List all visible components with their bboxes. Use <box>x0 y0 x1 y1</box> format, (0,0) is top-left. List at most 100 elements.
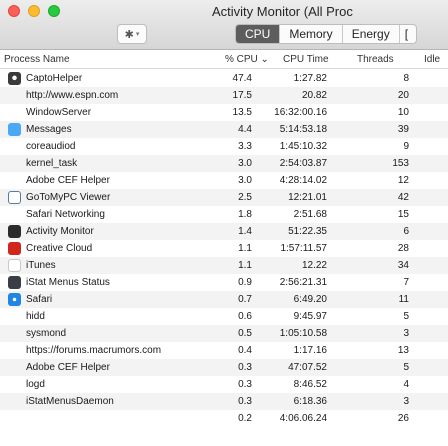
table-row[interactable]: 0.2 4:06.06.24 26 <box>0 410 448 427</box>
tab-energy[interactable]: Energy <box>343 25 400 43</box>
cpu-percent-cell: 1.8 <box>238 209 252 220</box>
cpu-time-cell: 8:46.52 <box>293 379 327 390</box>
table-row[interactable]: iStatMenusDaemon 0.3 6:18.36 3 <box>0 393 448 410</box>
process-name-cell: Messages <box>26 124 72 135</box>
cpu-time-cell: 1:27.82 <box>293 73 327 84</box>
cpu-time-cell: 2:51.68 <box>293 209 327 220</box>
column-header-process-name[interactable]: Process Name <box>4 54 70 65</box>
table-row[interactable]: WindowServer 13.5 16:32:00.16 10 <box>0 104 448 121</box>
process-name-cell: https://forums.macrumors.com <box>26 345 162 356</box>
column-header-threads[interactable]: Threads <box>357 54 394 65</box>
process-name-cell: GoToMyPC Viewer <box>26 192 111 203</box>
process-name-cell: http://www.espn.com <box>26 90 119 101</box>
threads-cell: 3 <box>403 328 409 339</box>
threads-cell: 4 <box>403 379 409 390</box>
cpu-percent-cell: 1.1 <box>238 260 252 271</box>
table-row[interactable]: kernel_task 3.0 2:54:03.87 153 <box>0 155 448 172</box>
table-row[interactable]: logd 0.3 8:46.52 4 <box>0 376 448 393</box>
safari-icon <box>8 293 21 306</box>
cpu-percent-cell: 17.5 <box>232 90 252 101</box>
threads-cell: 10 <box>397 107 409 118</box>
table-row[interactable]: sysmond 0.5 1:05:10.58 3 <box>0 325 448 342</box>
gear-icon: ✱ <box>124 28 134 41</box>
cpu-time-cell: 12:21.01 <box>288 192 327 203</box>
threads-cell: 13 <box>397 345 409 356</box>
process-name-cell: kernel_task <box>26 158 78 169</box>
minimize-window-button[interactable] <box>28 5 40 17</box>
cpu-time-cell: 1:05:10.58 <box>279 328 327 339</box>
tab-cpu[interactable]: CPU <box>236 25 281 43</box>
table-row[interactable]: CaptoHelper 47.4 1:27.82 8 <box>0 70 448 87</box>
threads-cell: 6 <box>403 226 409 237</box>
cpu-time-cell: 20.82 <box>301 90 327 101</box>
table-row[interactable]: iStat Menus Status 0.9 2:56:21.31 7 <box>0 274 448 291</box>
tab-memory[interactable]: Memory <box>280 25 343 43</box>
cpu-percent-cell: 0.4 <box>238 345 252 356</box>
process-table: CaptoHelper 47.4 1:27.82 8 http://www.espn.c… <box>0 70 448 427</box>
view-tabs: CPU Memory Energy [ <box>235 24 417 44</box>
cpu-time-cell: 2:54:03.87 <box>279 158 327 169</box>
cpu-percent-cell: 13.5 <box>232 107 252 118</box>
table-bottom <box>0 440 448 446</box>
tab-disk[interactable]: [ <box>400 25 416 43</box>
cpu-percent-cell: 0.3 <box>238 396 252 407</box>
cpu-time-cell: 1:17.16 <box>293 345 327 356</box>
table-row[interactable]: Adobe CEF Helper 3.0 4:28:14.02 12 <box>0 172 448 189</box>
window-title: Activity Monitor (All Proc <box>212 4 353 19</box>
column-header-idle-wake-ups[interactable]: Idle <box>424 54 440 65</box>
cpu-percent-cell: 0.3 <box>238 379 252 390</box>
process-name-cell: iStat Menus Status <box>26 277 110 288</box>
table-row[interactable]: Adobe CEF Helper 0.3 47:07.52 5 <box>0 359 448 376</box>
gotomypc-icon <box>8 191 21 204</box>
cpu-percent-cell: 0.5 <box>238 328 252 339</box>
threads-cell: 9 <box>403 141 409 152</box>
table-row[interactable]: Safari 0.7 6:49.20 11 <box>0 291 448 308</box>
cpu-time-cell: 1:45:10.32 <box>279 141 327 152</box>
cpu-percent-cell: 0.7 <box>238 294 252 305</box>
process-name-cell: sysmond <box>26 328 67 339</box>
itunes-icon <box>8 259 21 272</box>
table-row[interactable]: Activity Monitor 1.4 51:22.35 6 <box>0 223 448 240</box>
column-header-cpu-time[interactable]: CPU Time <box>283 54 329 65</box>
zoom-window-button[interactable] <box>48 5 60 17</box>
cpu-percent-cell: 4.4 <box>238 124 252 135</box>
istat-icon <box>8 276 21 289</box>
cpu-time-cell: 6:18.36 <box>293 396 327 407</box>
table-row[interactable]: coreaudiod 3.3 1:45:10.32 9 <box>0 138 448 155</box>
threads-cell: 11 <box>398 294 409 305</box>
process-name-cell: Safari <box>26 294 53 305</box>
activity-monitor-icon <box>8 225 21 238</box>
close-window-button[interactable] <box>8 5 20 17</box>
table-row[interactable]: Safari Networking 1.8 2:51.68 15 <box>0 206 448 223</box>
cpu-time-cell: 16:32:00.16 <box>274 107 327 118</box>
column-header-row: Process Name % CPU ⌄ CPU Time Threads Id… <box>0 51 448 69</box>
cpu-percent-cell: 47.4 <box>232 73 252 84</box>
cpu-percent-cell: 0.2 <box>238 413 252 424</box>
process-name-cell: CaptoHelper <box>26 73 83 84</box>
threads-cell: 153 <box>392 158 409 169</box>
column-header-cpu[interactable]: % CPU ⌄ <box>225 54 269 65</box>
cpu-time-cell: 4:06.06.24 <box>279 413 327 424</box>
chevron-down-icon: ▾ <box>135 31 140 38</box>
threads-cell: 42 <box>397 192 409 203</box>
process-name-cell: hidd <box>26 311 45 322</box>
cpu-percent-cell: 1.1 <box>238 243 252 254</box>
process-name-cell: Adobe CEF Helper <box>26 362 110 373</box>
table-row[interactable]: Messages 4.4 5:14:53.18 39 <box>0 121 448 138</box>
threads-cell: 7 <box>403 277 409 288</box>
table-row[interactable]: http://www.espn.com 17.5 20.82 20 <box>0 87 448 104</box>
process-name-cell: Safari Networking <box>26 209 105 220</box>
window-controls <box>8 5 60 17</box>
action-menu-button[interactable]: ✱ ▾ <box>117 24 147 44</box>
table-row[interactable]: https://forums.macrumors.com 0.4 1:17.16 13 <box>0 342 448 359</box>
process-name-cell: logd <box>26 379 45 390</box>
cpu-time-cell: 51:22.35 <box>288 226 327 237</box>
table-row[interactable]: iTunes 1.1 12.22 34 <box>0 257 448 274</box>
cpu-percent-cell: 3.0 <box>238 158 252 169</box>
table-row[interactable]: Creative Cloud 1.1 1:57:11.57 28 <box>0 240 448 257</box>
cpu-percent-cell: 3.0 <box>238 175 252 186</box>
cpu-time-cell: 4:28:14.02 <box>279 175 327 186</box>
table-row[interactable]: GoToMyPC Viewer 2.5 12:21.01 42 <box>0 189 448 206</box>
table-row[interactable]: hidd 0.6 9:45.97 5 <box>0 308 448 325</box>
cpu-percent-cell: 2.5 <box>238 192 252 203</box>
